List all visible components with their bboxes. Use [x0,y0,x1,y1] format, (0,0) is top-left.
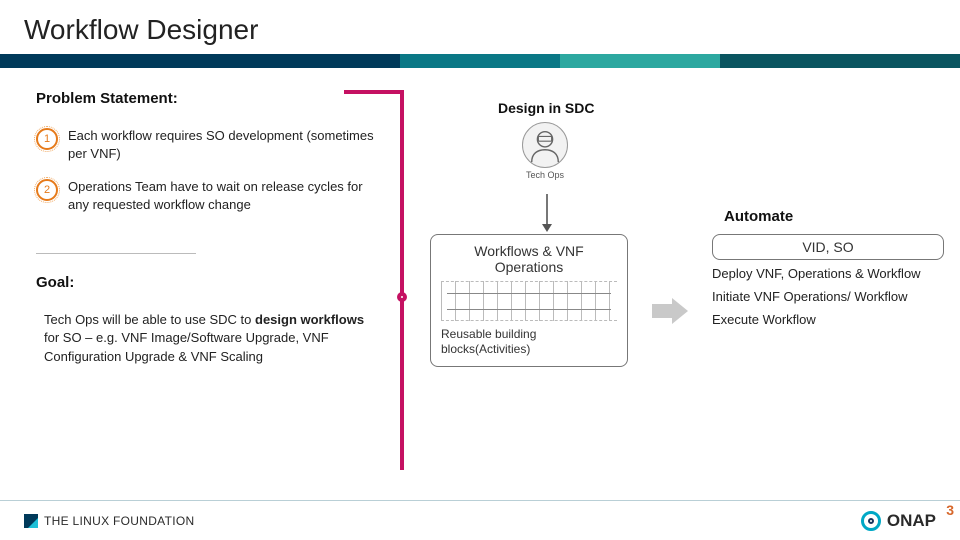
lf-mark-icon [24,514,38,528]
right-column: Design in SDC Tech Ops Automate Workflow… [430,100,930,180]
problem-text: Operations Team have to wait on release … [68,178,386,213]
vidso-bullet: Deploy VNF, Operations & Workflow [712,266,944,283]
problem-item: 2 Operations Team have to wait on releas… [36,178,386,213]
vidso-card-title: VID, SO [712,234,944,260]
workflows-card: Workflows & VNF Operations Reusable buil… [430,234,628,367]
person-icon [522,122,568,168]
section-divider [400,90,404,470]
left-column: Problem Statement: 1 Each workflow requi… [36,90,386,366]
linux-foundation-logo: THE LINUX FOUNDATION [24,514,194,528]
problem-list: 1 Each workflow requires SO development … [36,127,386,213]
onap-gear-icon [861,511,881,531]
lf-text: THE LINUX FOUNDATION [44,514,194,528]
goal-prefix: Tech Ops will be able to use SDC to [44,312,255,327]
cards-row: Workflows & VNF Operations Reusable buil… [430,234,944,367]
vidso-bullet: Execute Workflow [712,312,944,329]
goal-suffix: for SO – e.g. VNF Image/Software Upgrade… [44,330,329,363]
vidso-column: VID, SO Deploy VNF, Operations & Workflo… [712,234,944,329]
title-stripe [0,54,960,68]
automate-label: Automate [724,208,793,225]
title-bar: Workflow Designer [0,0,960,68]
problem-text: Each workflow requires SO development (s… [68,127,386,162]
vidso-bullet: Initiate VNF Operations/ Workflow [712,289,944,306]
goal-bold: design workflows [255,312,364,327]
page-title: Workflow Designer [0,0,960,46]
problem-number-badge: 2 [36,179,58,201]
goal-heading: Goal: [36,274,386,291]
techops-persona: Tech Ops [500,122,590,180]
techops-label: Tech Ops [526,170,564,180]
workflow-diagram-icon [441,281,617,321]
horizontal-rule [36,253,196,254]
arrow-right-icon [652,298,688,329]
goal-text: Tech Ops will be able to use SDC to desi… [36,311,376,366]
divider-knob-icon [397,292,407,302]
problem-number-badge: 1 [36,128,58,150]
footer-bar: THE LINUX FOUNDATION ONAP 3 [0,500,960,540]
page-number: 3 [946,502,954,518]
problem-heading: Problem Statement: [36,90,386,107]
problem-item: 1 Each workflow requires SO development … [36,127,386,162]
onap-logo: ONAP [861,511,936,531]
design-heading: Design in SDC [498,100,930,116]
slide-content: Problem Statement: 1 Each workflow requi… [0,68,960,500]
workflows-card-subtitle: Reusable building blocks(Activities) [441,327,617,356]
onap-text: ONAP [887,511,936,531]
workflows-card-title: Workflows & VNF Operations [441,243,617,275]
